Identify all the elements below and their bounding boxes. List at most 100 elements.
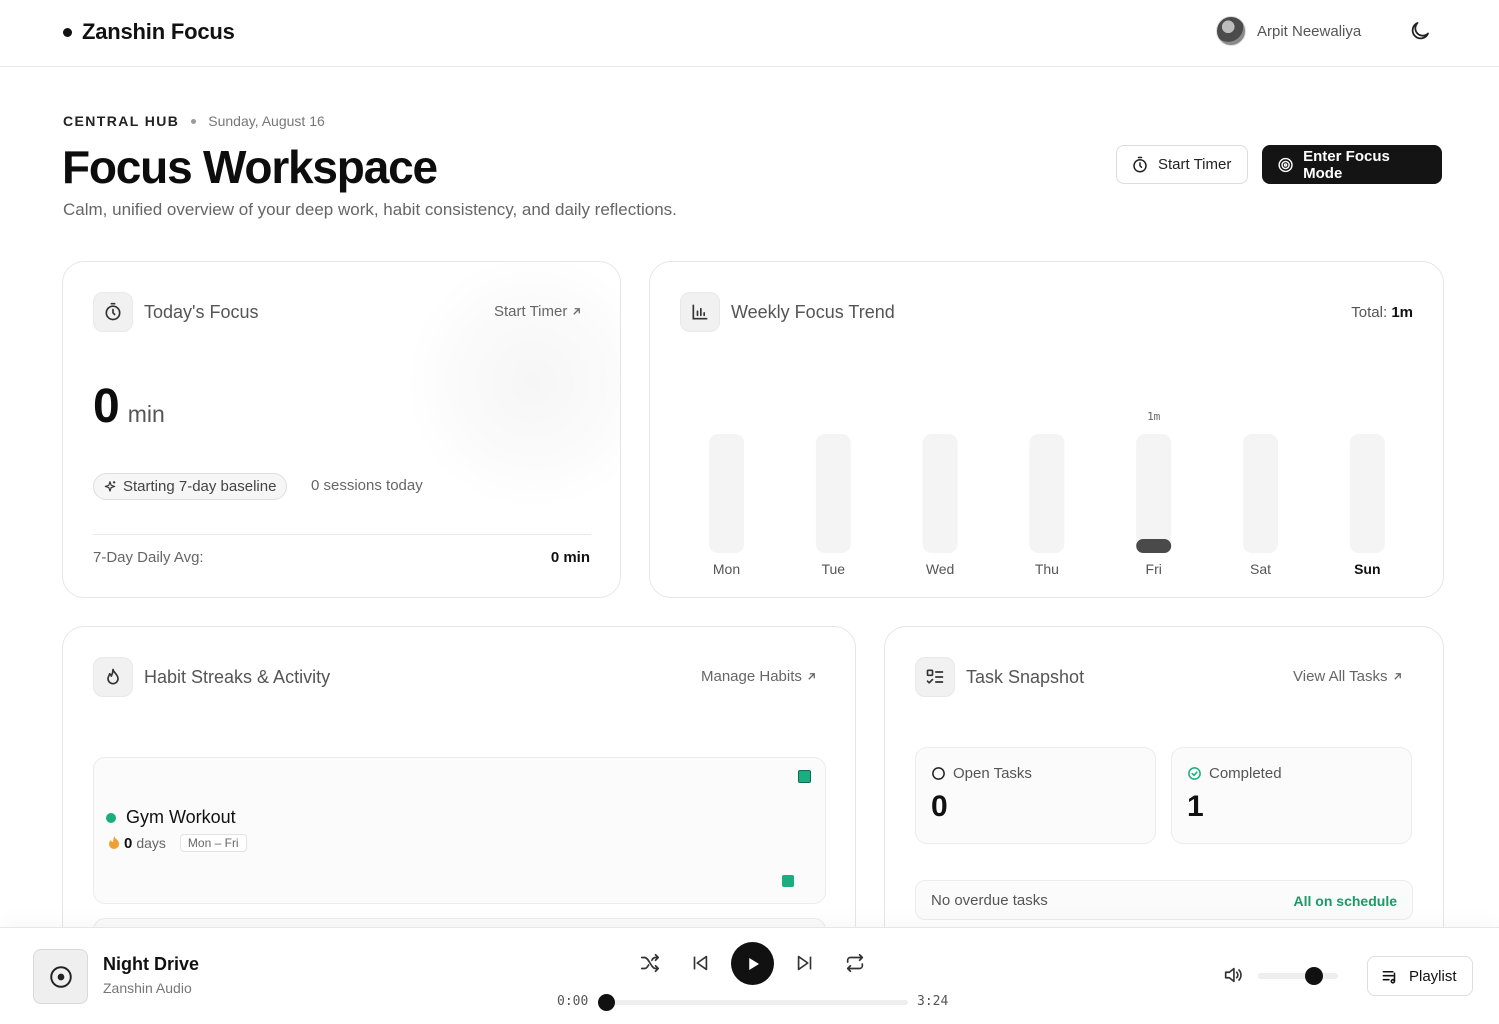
- checklist-icon: [915, 657, 955, 697]
- open-tasks-stat[interactable]: Open Tasks 0: [915, 747, 1156, 844]
- decorative-glow: [403, 262, 620, 512]
- play-icon: [748, 957, 759, 970]
- next-icon[interactable]: [792, 950, 818, 976]
- tick-label-sun: Sun: [1354, 561, 1380, 577]
- habit-streaks-card: Habit Streaks & Activity Manage Habits G…: [62, 626, 856, 966]
- check-circle-icon: [1188, 767, 1201, 780]
- data-label-fri: 1m: [1147, 410, 1161, 423]
- open-tasks-label: Open Tasks: [953, 765, 1032, 782]
- arrow-up-right-icon: [573, 308, 581, 315]
- user-menu[interactable]: Arpit Neewaliya: [1216, 16, 1361, 46]
- stat-label: Open Tasks: [931, 765, 1032, 782]
- stopwatch-icon: [1133, 156, 1147, 172]
- bar-fri[interactable]: [1136, 539, 1172, 553]
- schedule-status: All on schedule: [1293, 893, 1397, 909]
- flame-icon: [93, 657, 133, 697]
- streak-count: 0: [124, 834, 133, 852]
- play-button[interactable]: [731, 942, 774, 985]
- sparkles-icon: [104, 480, 116, 492]
- volume-icon[interactable]: [1222, 964, 1246, 988]
- link-label: View All Tasks: [1293, 668, 1388, 685]
- sessions-count: 0 sessions today: [311, 477, 423, 494]
- tick-label-sat: Sat: [1250, 561, 1271, 577]
- brand-dot-icon: [63, 27, 72, 37]
- card-header: Today's Focus: [93, 292, 259, 332]
- progress-handle[interactable]: [598, 994, 615, 1011]
- current-date: Sunday, August 16: [208, 113, 325, 129]
- baseline-label: Starting 7-day baseline: [123, 478, 277, 495]
- completed-tasks-stat[interactable]: Completed 1: [1171, 747, 1412, 844]
- section-label: CENTRAL HUB: [63, 113, 180, 129]
- track-title: Night Drive: [103, 954, 200, 974]
- brand[interactable]: Zanshin Focus: [63, 19, 235, 45]
- todays-focus-card: Today's Focus Start Timer 0 min Starting…: [62, 261, 621, 598]
- volume-handle[interactable]: [1305, 967, 1323, 985]
- bar-track-wed: [922, 434, 958, 553]
- card-header: Task Snapshot: [915, 657, 1084, 697]
- card-title: Habit Streaks & Activity: [144, 666, 331, 687]
- divider: [93, 534, 591, 535]
- music-player: Night Drive Zanshin Audio 0:00 3:24 Play…: [0, 927, 1499, 1024]
- habit-item[interactable]: Gym Workout 0 days Mon – Fri: [93, 757, 826, 904]
- completed-count: 1: [1187, 790, 1204, 823]
- previous-icon[interactable]: [687, 950, 713, 976]
- bar-track-tue: [815, 434, 851, 553]
- card-title: Task Snapshot: [966, 666, 1085, 687]
- bar-track-sun: [1349, 434, 1385, 553]
- link-label: Start Timer: [494, 303, 568, 320]
- habit-header: Gym Workout: [106, 807, 236, 828]
- arrow-up-right-icon: [1393, 673, 1401, 680]
- link-label: Manage Habits: [701, 668, 802, 685]
- card-header: Habit Streaks & Activity: [93, 657, 330, 697]
- separator-dot: [191, 118, 197, 124]
- shuffle-icon[interactable]: [637, 950, 663, 976]
- page-subtitle: Calm, unified overview of your deep work…: [63, 200, 677, 219]
- card-title: Today's Focus: [144, 301, 259, 322]
- tick-label-tue: Tue: [821, 561, 845, 577]
- progress-bar[interactable]: [598, 994, 908, 1011]
- bar-track-mon: [709, 434, 744, 553]
- view-all-tasks-link[interactable]: View All Tasks: [1293, 668, 1403, 685]
- volume-slider[interactable]: [1258, 967, 1338, 985]
- avg-label: 7-Day Daily Avg:: [93, 549, 204, 566]
- avg-value: 0 min: [550, 549, 590, 566]
- overdue-text: No overdue tasks: [931, 892, 1048, 909]
- activity-cell[interactable]: [798, 770, 811, 783]
- repeat-icon[interactable]: [842, 950, 868, 976]
- baseline-badge: Starting 7-day baseline: [93, 473, 288, 500]
- focus-unit: min: [127, 401, 165, 427]
- bar-track-thu: [1029, 434, 1065, 553]
- start-timer-link[interactable]: Start Timer: [494, 303, 582, 320]
- habit-name: Gym Workout: [126, 807, 236, 827]
- manage-habits-link[interactable]: Manage Habits: [701, 668, 817, 685]
- track-artist: Zanshin Audio: [103, 980, 192, 996]
- task-snapshot-card: Task Snapshot View All Tasks Open Tasks …: [884, 626, 1444, 966]
- page-title: Focus Workspace: [62, 141, 438, 193]
- schedule-tag: Mon – Fri: [179, 834, 247, 852]
- arrow-up-right-icon: [808, 673, 815, 680]
- moon-icon[interactable]: [1408, 19, 1432, 43]
- stat-label: Completed: [1187, 765, 1282, 782]
- activity-cell[interactable]: [782, 875, 794, 887]
- duration-time: 3:24: [917, 994, 949, 1009]
- weekly-trend-card: Weekly Focus Trend Total: 1m Mon Tue Wed Th…: [649, 261, 1444, 598]
- bar-track-fri: [1136, 434, 1172, 553]
- habit-color-dot: [106, 812, 116, 823]
- tick-label-fri: Fri: [1146, 561, 1162, 577]
- playlist-button[interactable]: Playlist: [1367, 956, 1473, 996]
- open-tasks-count: 0: [931, 790, 948, 823]
- tick-label-wed: Wed: [926, 561, 955, 577]
- brand-name: Zanshin Focus: [82, 19, 235, 44]
- avatar: [1216, 16, 1246, 46]
- focus-minutes: 0: [93, 380, 120, 433]
- habit-streak: 0 days Mon – Fri: [108, 834, 247, 852]
- streak-unit: days: [136, 835, 166, 851]
- target-icon: [1278, 157, 1293, 172]
- weekly-bar-chart: Mon Tue Wed Thu 1m Fri Sat Sun: [709, 410, 1385, 577]
- top-bar: Zanshin Focus Arpit Neewaliya: [0, 0, 1499, 67]
- tick-label-mon: Mon: [713, 561, 740, 577]
- enter-focus-mode-button[interactable]: Enter Focus Mode: [1262, 145, 1442, 184]
- start-timer-button[interactable]: Start Timer: [1116, 145, 1248, 184]
- overdue-status-bar: No overdue tasks All on schedule: [915, 880, 1413, 920]
- elapsed-time: 0:00: [557, 994, 589, 1009]
